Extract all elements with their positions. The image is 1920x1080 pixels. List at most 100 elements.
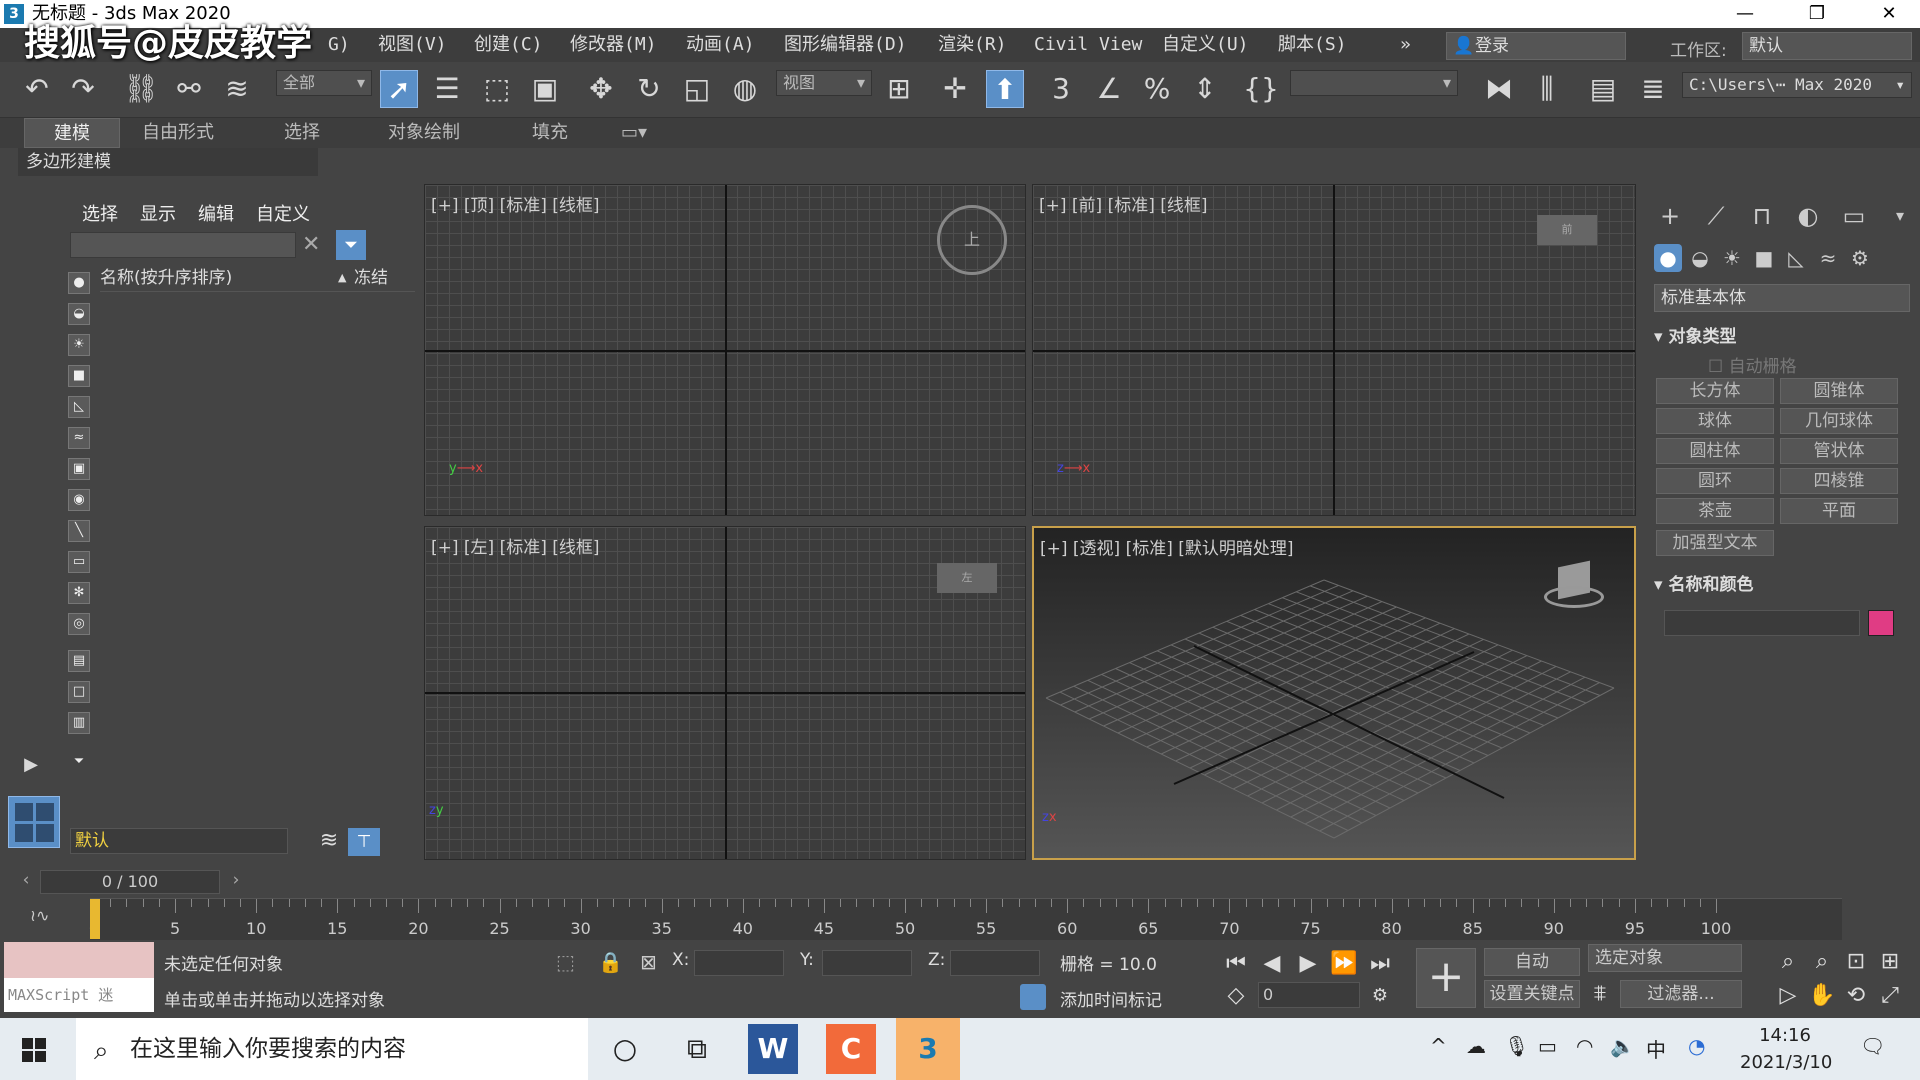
link-icon[interactable]: ⛓ [122,70,160,108]
windows-start-icon[interactable] [22,1038,46,1062]
time-slider[interactable]: 0 / 100 [40,870,220,894]
tab-object-paint[interactable]: 对象绘制 [388,118,460,148]
maximize-button[interactable]: ❐ [1788,0,1846,28]
menu-partial[interactable]: G) [328,28,350,62]
create-panel-icon[interactable]: + [1654,200,1686,232]
cameras-category-icon[interactable]: ■ [1750,244,1778,272]
modify-panel-icon[interactable]: ⟋ [1700,200,1732,232]
time-tag-icon[interactable] [1020,984,1046,1010]
primitive-type-dropdown[interactable]: 标准基本体 [1654,284,1910,312]
taskbar-search-input[interactable]: 在这里输入你要搜索的内容 [76,1018,588,1080]
previous-frame-icon[interactable]: ◀ [1258,950,1286,978]
time-marker[interactable] [90,899,100,939]
tray-overflow-icon[interactable]: ^ [1430,1034,1447,1058]
curve-editor-icon[interactable]: ≀∿ [30,906,49,925]
ribbon-polygon-modeling[interactable]: 多边形建模 [18,148,318,176]
place-icon[interactable]: ◍ [726,70,764,108]
field-of-view-icon[interactable]: ▷ [1774,982,1802,1010]
select-object-icon[interactable]: ➚ [380,70,418,108]
object-name-input[interactable] [1664,610,1860,636]
filters-button[interactable]: 过滤器... [1620,980,1742,1008]
unlink-icon[interactable]: ⚯ [170,70,208,108]
keyboard-shortcut-icon[interactable]: ⬆ [986,70,1024,108]
tab-selection[interactable]: 选择 [284,118,320,148]
lights-category-icon[interactable]: ☀ [1718,244,1746,272]
close-button[interactable]: ✕ [1860,0,1918,28]
named-selection-dropdown[interactable] [1290,70,1458,96]
menu-modifiers[interactable]: 修改器(M) [570,28,657,62]
selection-lock-icon[interactable]: 🔒 [598,950,623,974]
display-spacewarps-icon[interactable]: ≈ [68,427,90,449]
zoom-extents-icon[interactable]: ⊡ [1842,948,1870,976]
layer-explorer-icon[interactable]: ≣ [1634,70,1672,108]
se-tab-edit[interactable]: 编辑 [198,200,234,226]
minimize-button[interactable]: — [1716,0,1774,28]
viewport-layout-icon[interactable] [8,796,60,848]
align-icon[interactable]: ⫼ [1528,70,1566,108]
shapes-category-icon[interactable]: ◒ [1686,244,1714,272]
viewport-perspective-label[interactable]: [+] [透视] [标准] [默认明暗处理] [1040,534,1294,559]
workspace-dropdown[interactable]: 默认 [1742,32,1912,60]
display-all-icon[interactable]: ▤ [68,650,90,672]
absolute-mode-icon[interactable]: ⊠ [640,950,657,974]
display-geometry-icon[interactable]: ● [68,272,90,294]
display-panel-icon[interactable]: ▭ [1838,200,1870,232]
col-name[interactable]: 名称(按升序排序) [100,268,232,288]
key-mode-toggle-icon[interactable]: ◇ [1222,982,1250,1010]
systems-category-icon[interactable]: ⚙ [1846,244,1874,272]
select-manipulate-icon[interactable]: ✛ [936,70,974,108]
display-lights-icon[interactable]: ☀ [68,334,90,356]
object-color-swatch[interactable] [1868,610,1894,636]
selection-filter-dropdown[interactable]: 全部 [276,70,372,96]
mirror-icon[interactable]: ⧓ [1480,70,1518,108]
bind-space-warp-icon[interactable]: ≋ [218,70,256,108]
battery-icon[interactable]: ▭ [1538,1034,1557,1058]
viewport-top-label[interactable]: [+] [顶] [标准] [线框] [431,191,600,216]
layer-dropdown[interactable]: 默认 [70,828,288,854]
expand-arrow-icon[interactable]: ▶ [12,746,50,784]
torus-button[interactable]: 圆环 [1656,468,1774,494]
select-by-name-icon[interactable]: ☰ [428,70,466,108]
menu-scripting[interactable]: 脚本(S) [1278,28,1347,62]
wifi-icon[interactable]: ◠ [1576,1034,1593,1058]
cylinder-button[interactable]: 圆柱体 [1656,438,1774,464]
rect-selection-icon[interactable]: ⬚ [478,70,516,108]
display-helpers-icon[interactable]: ◺ [68,396,90,418]
menu-rendering[interactable]: 渲染(R) [938,28,1007,62]
ribbon-options-icon[interactable]: ▭▾ [614,118,654,148]
time-config-icon[interactable]: ⚙ [1366,982,1394,1010]
move-icon[interactable]: ✥ [582,70,620,108]
x-coordinate-input[interactable] [694,950,784,976]
viewport-perspective[interactable]: [+] [透视] [标准] [默认明暗处理] zx [1032,526,1636,860]
menu-graph-editors[interactable]: 图形编辑器(D) [784,28,907,62]
se-tab-display[interactable]: 显示 [140,200,176,226]
camtasia-app-icon[interactable]: C [826,1024,876,1074]
named-sel-edit-icon[interactable]: {} [1242,70,1280,108]
clear-search-icon[interactable]: ✕ [302,232,320,257]
display-cameras-icon[interactable]: ■ [68,365,90,387]
viewport-left[interactable]: [+] [左] [标准] [线框] 左 zy [424,526,1026,860]
utilities-panel-icon[interactable]: ▾ [1884,200,1916,232]
scene-explorer-toggle-icon[interactable]: ▤ [1584,70,1622,108]
layer-stack-icon[interactable]: ≋ [316,828,342,854]
percent-snap-icon[interactable]: % [1138,70,1176,108]
autogrid-checkbox[interactable]: ☐ 自动栅格 [1708,352,1797,377]
add-time-tag[interactable]: 添加时间标记 [1060,986,1162,1011]
cone-button[interactable]: 圆锥体 [1780,378,1898,404]
maxscript-listener[interactable] [4,942,154,978]
hierarchy-icon[interactable]: ⊤ [348,828,380,856]
sphere-button[interactable]: 球体 [1656,408,1774,434]
teapot-button[interactable]: 茶壶 [1656,498,1774,524]
viewport-left-label[interactable]: [+] [左] [标准] [线框] [431,533,600,558]
zoom-extents-all-icon[interactable]: ⊞ [1876,948,1904,976]
viewcube-left-icon[interactable]: 左 [937,563,997,593]
filter-funnel-icon[interactable]: ⏷ [336,230,366,260]
next-frame-icon[interactable]: › [224,870,248,894]
menu-animation[interactable]: 动画(A) [686,28,755,62]
object-type-rollout[interactable]: ▾ 对象类型 [1654,322,1736,347]
se-tab-customize[interactable]: 自定义 [256,200,310,226]
timeline-track[interactable]: 0510152025303540455055606570758085909510… [89,898,1842,940]
spinner-snap-icon[interactable]: ⇕ [1186,70,1224,108]
zoom-icon[interactable]: ⌕ [1774,948,1802,976]
set-key-button[interactable]: 设置关键点 [1484,980,1580,1008]
